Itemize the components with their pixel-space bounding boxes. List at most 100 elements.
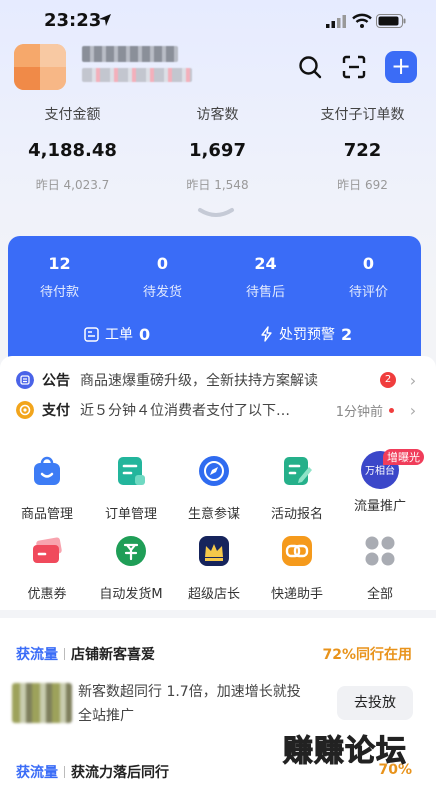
status-bar: 23:23 — [0, 0, 436, 44]
title-separator — [64, 648, 65, 660]
grid-label: 自动发货M — [99, 587, 163, 602]
grid-label: 优惠券 — [27, 587, 67, 602]
expand-chevron-icon[interactable] — [196, 206, 236, 220]
stat-value: 4,188.48 — [28, 140, 117, 161]
grid-all[interactable]: 全部 — [339, 535, 421, 602]
penalty-warning-entry[interactable]: 处罚预警 2 — [260, 324, 352, 344]
rec-kind: 获流量 — [16, 765, 58, 781]
grid-label: 流量推广 — [353, 499, 406, 514]
grid-express-assistant[interactable]: 快递助手 — [256, 535, 338, 602]
search-icon[interactable] — [297, 54, 323, 80]
status-time: 23:23 — [44, 10, 102, 31]
forum-watermark: 赚赚论坛 — [283, 734, 407, 770]
rec-desc-line1: 新客数超同行 1.7倍，加速增长就投 — [78, 684, 301, 700]
grid-label: 订单管理 — [104, 507, 157, 522]
launch-ad-button[interactable]: 去投放 — [337, 686, 413, 720]
stat-sub-orders[interactable]: 支付子订单数 722 昨日 692 — [290, 104, 435, 193]
shop-avatar[interactable] — [14, 44, 66, 90]
rec-desc-line2: 全站推广 — [78, 708, 134, 724]
grid-label: 超级店长 — [187, 587, 240, 602]
penalty-label: 处罚预警 — [279, 327, 335, 343]
penalty-count: 2 — [341, 324, 353, 344]
grid-activity-signup[interactable]: 活动报名 — [256, 455, 338, 522]
stat-yesterday: 昨日 4,023.7 — [35, 178, 110, 192]
order-count: 24 — [254, 254, 277, 273]
order-count: 0 — [362, 254, 375, 273]
order-status-card: 12 待付款 0 待发货 24 待售后 0 待评价 工单 0 处罚预警 2 — [8, 236, 421, 360]
chevron-right-icon: › — [409, 370, 417, 390]
recommendation-title: 获流量 店铺新客喜爱 — [16, 644, 155, 664]
order-pending-payment[interactable]: 12 待付款 — [8, 254, 111, 300]
grid-coupon[interactable]: 优惠券 — [6, 535, 88, 602]
ticket-icon — [84, 326, 99, 342]
payment-icon — [16, 401, 34, 419]
add-button[interactable]: + — [385, 51, 417, 83]
order-label: 待发货 — [142, 285, 182, 300]
notice-text: 商品速爆重磅升级，全新扶持方案解读 — [80, 373, 318, 389]
stat-value: 722 — [343, 140, 382, 161]
grid-business-advisor[interactable]: 生意参谋 — [173, 455, 255, 522]
all-grid-icon — [365, 536, 395, 566]
notice-time: 1分钟前 — [335, 404, 383, 420]
promo-badge: 增曝光 — [383, 449, 424, 465]
stat-payment-amount[interactable]: 支付金额 4,188.48 昨日 4,023.7 — [0, 104, 145, 193]
stat-label: 访客数 — [196, 107, 239, 123]
stat-label: 支付金额 — [44, 107, 101, 123]
ticket-entry[interactable]: 工单 0 — [84, 324, 150, 344]
stat-yesterday: 昨日 1,548 — [186, 178, 249, 192]
rec-kind: 获流量 — [16, 647, 58, 663]
announcement-row[interactable]: 公告 商品速爆重磅升级，全新扶持方案解读 2 › — [16, 369, 420, 391]
grid-label: 生意参谋 — [187, 507, 240, 522]
stat-yesterday: 昨日 692 — [337, 178, 388, 192]
unread-badge: 2 — [380, 372, 396, 388]
grid-label: 活动报名 — [270, 507, 323, 522]
announcement-icon — [16, 371, 34, 389]
rec-thumbnail-blurred — [12, 683, 72, 723]
grid-product-management[interactable]: 商品管理 — [6, 455, 88, 522]
grid-label: 全部 — [366, 587, 393, 602]
order-count: 12 — [48, 254, 71, 273]
rec-percent: 72%同行在用 — [322, 647, 412, 663]
payment-notice-row[interactable]: 支付 近５分钟４位消费者支付了以下… 1分钟前 › — [16, 399, 420, 421]
section-divider — [0, 610, 436, 618]
cellular-signal-icon — [326, 15, 346, 28]
order-count: 0 — [156, 254, 169, 273]
scan-icon[interactable] — [341, 54, 367, 80]
order-after-sales[interactable]: 24 待售后 — [214, 254, 317, 300]
notice-text: 近５分钟４位消费者支付了以下… — [80, 403, 290, 419]
stat-visitors[interactable]: 访客数 1,697 昨日 1,548 — [145, 104, 290, 193]
shop-subtitle-blurred — [82, 68, 192, 82]
grid-traffic-promotion[interactable]: 万相台 增曝光 流量推广 — [339, 449, 424, 514]
shop-name-blurred — [82, 46, 178, 62]
auto-ship-icon — [116, 536, 146, 566]
sales-stats: 支付金额 4,188.48 昨日 4,023.7 访客数 1,697 昨日 1,… — [0, 104, 436, 194]
chevron-right-icon: › — [409, 400, 417, 420]
grid-label: 快递助手 — [270, 587, 323, 602]
wifi-icon — [352, 13, 372, 28]
recommendation-title: 获流量 获流力落后同行 — [16, 762, 169, 782]
crown-icon — [199, 536, 229, 566]
grid-auto-shipping[interactable]: 自动发货M — [90, 535, 172, 602]
ticket-label: 工单 — [105, 327, 133, 343]
title-separator — [64, 766, 65, 778]
order-pending-review[interactable]: 0 待评价 — [317, 254, 420, 300]
notice-tag: 公告 — [42, 373, 70, 389]
battery-icon — [376, 14, 406, 28]
compass-icon — [199, 456, 229, 486]
location-arrow-icon — [99, 14, 111, 26]
rec-description: 新客数超同行 1.7倍，加速增长就投 全站推广 — [78, 680, 318, 728]
grid-super-manager[interactable]: 超级店长 — [173, 535, 255, 602]
coupon-icon — [33, 537, 62, 563]
shopping-bag-icon — [34, 456, 60, 485]
order-label: 待评价 — [348, 285, 388, 300]
rec-title-text: 获流力落后同行 — [71, 765, 169, 781]
order-label: 待售后 — [245, 285, 285, 300]
order-pending-shipment[interactable]: 0 待发货 — [111, 254, 214, 300]
order-label: 待付款 — [39, 285, 79, 300]
ticket-count: 0 — [139, 324, 151, 344]
rec-title-text: 店铺新客喜爱 — [71, 647, 155, 663]
express-link-icon — [282, 536, 312, 566]
grid-order-management[interactable]: 订单管理 — [90, 455, 172, 522]
unread-dot — [389, 407, 394, 413]
order-doc-icon — [118, 457, 145, 485]
